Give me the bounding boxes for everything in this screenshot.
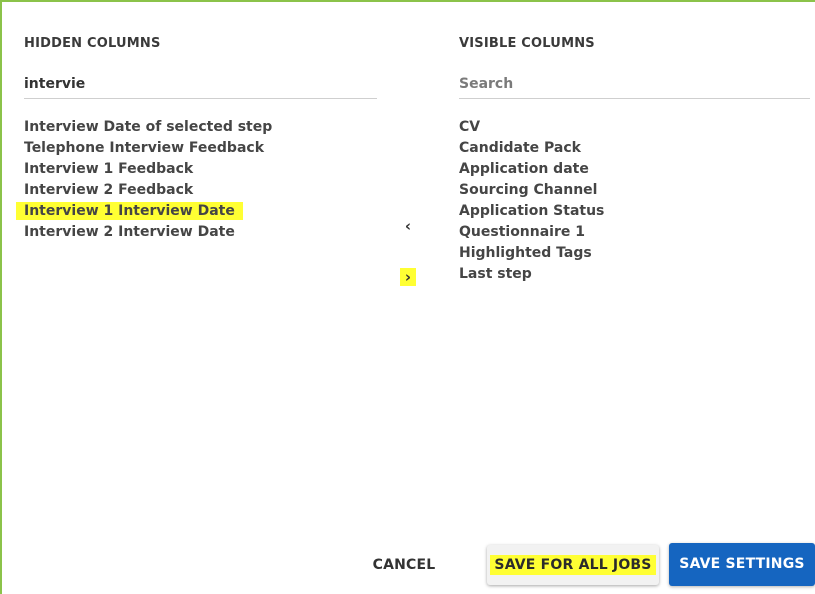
hidden-column-item[interactable]: Telephone Interview Feedback [24,138,272,159]
hidden-column-item[interactable]: Interview Date of selected step [24,117,272,138]
hidden-columns-list: Interview Date of selected step Telephon… [16,117,272,243]
visible-column-item[interactable]: CV [459,117,604,138]
visible-column-item[interactable]: Highlighted Tags [459,243,604,264]
visible-column-item[interactable]: Questionnaire 1 [459,222,604,243]
save-for-all-jobs-label: SAVE FOR ALL JOBS [490,555,656,575]
cancel-button[interactable]: CANCEL [364,547,444,583]
save-settings-button[interactable]: SAVE SETTINGS [669,543,815,586]
visible-column-item[interactable]: Application date [459,159,604,180]
visible-columns-title: VISIBLE COLUMNS [459,36,595,51]
column-settings-panel: HIDDEN COLUMNS intervie Interview Date o… [0,0,815,594]
visible-columns-list: CV Candidate Pack Application date Sourc… [459,117,604,285]
visible-column-item[interactable]: Last step [459,264,604,285]
hidden-column-item-selected[interactable]: Interview 1 Interview Date [16,201,272,222]
visible-column-item[interactable]: Application Status [459,201,604,222]
hidden-column-item[interactable]: Interview 2 Feedback [24,180,272,201]
hidden-columns-search-input[interactable]: intervie [24,72,377,99]
hidden-columns-title: HIDDEN COLUMNS [24,36,161,51]
visible-columns-search-input[interactable]: Search [459,72,810,99]
visible-column-item[interactable]: Sourcing Channel [459,180,604,201]
visible-column-item[interactable]: Candidate Pack [459,138,604,159]
move-right-chevron-icon[interactable]: › [400,268,416,286]
hidden-column-item[interactable]: Interview 2 Interview Date [24,222,272,243]
save-for-all-jobs-button[interactable]: SAVE FOR ALL JOBS [487,545,659,585]
hidden-column-item[interactable]: Interview 1 Feedback [24,159,272,180]
move-left-chevron-icon[interactable]: ‹ [400,217,416,235]
